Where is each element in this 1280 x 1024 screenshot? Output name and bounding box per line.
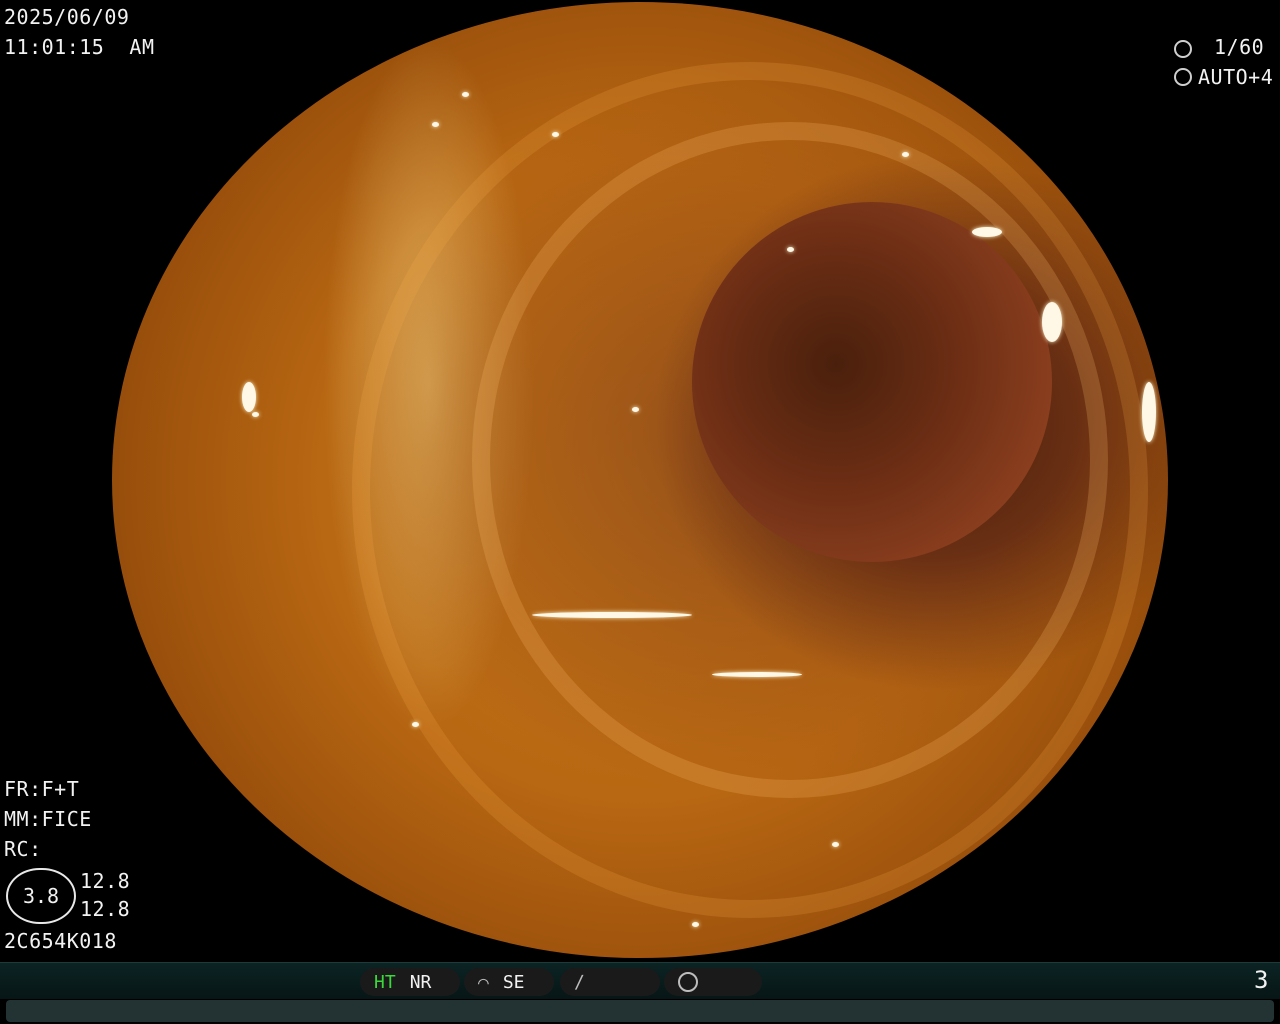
fr-setting: FR:F+T: [4, 777, 80, 801]
se-label: SE: [502, 971, 525, 993]
rc-setting: RC:: [4, 837, 42, 861]
highlight: [432, 122, 439, 127]
highlight: [692, 922, 699, 927]
endoscope-view: [112, 2, 1168, 958]
ring-value: 3.8: [6, 868, 76, 924]
ht-nr-indicator: HT NR: [360, 968, 460, 996]
color-indicator: ∕: [560, 968, 660, 996]
nr-label: NR: [409, 971, 432, 993]
highlight: [902, 152, 909, 157]
lumen: [692, 202, 1052, 562]
highlight: [712, 672, 802, 677]
highlight: [787, 247, 794, 252]
highlight: [412, 722, 419, 727]
highlight: [632, 407, 639, 412]
highlight: [242, 382, 256, 412]
structure-icon: ⌒: [478, 971, 489, 993]
mode-indicator: [664, 968, 762, 996]
highlight: [532, 612, 692, 618]
value-top: 12.8: [80, 869, 131, 893]
ring-value-text: 3.8: [22, 884, 60, 908]
shutter-speed: 1/60: [1214, 35, 1265, 59]
mode-icon: [678, 972, 698, 992]
value-bottom: 12.8: [80, 897, 131, 921]
color-icon: ∕: [574, 971, 585, 993]
highlight: [552, 132, 559, 137]
highlight: [1042, 302, 1062, 342]
highlight: [462, 92, 469, 97]
highlight: [972, 227, 1002, 237]
date-label: 2025/06/09: [4, 5, 130, 29]
auto-exposure: AUTO+4: [1198, 65, 1274, 89]
aperture-icon: [1174, 68, 1192, 86]
highlight: [1142, 382, 1156, 442]
shutter-icon: [1174, 40, 1192, 58]
mm-setting: MM:FICE: [4, 807, 92, 831]
highlight: [832, 842, 839, 847]
serial-number: 2C654K018: [4, 929, 117, 953]
highlight: [252, 412, 259, 417]
ht-label: HT: [374, 971, 396, 993]
time-label: 11:01:15 AM: [4, 35, 155, 59]
page-number: 3: [1254, 966, 1269, 994]
structure-indicator: ⌒ SE: [464, 968, 554, 996]
bottom-bar: [6, 1000, 1274, 1022]
status-bar: HT NR ⌒ SE ∕ 3: [0, 962, 1280, 999]
